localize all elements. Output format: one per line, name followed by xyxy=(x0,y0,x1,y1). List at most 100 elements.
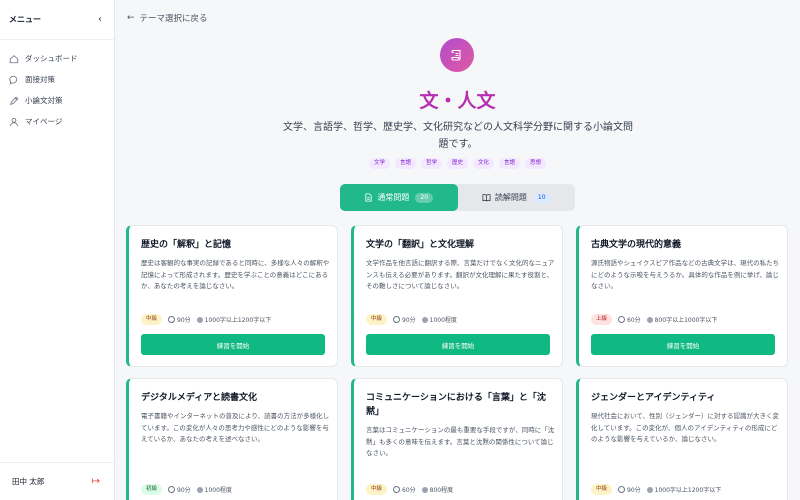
level-badge: 中級 xyxy=(366,314,388,325)
time-limit: 90分 xyxy=(627,487,641,494)
clock-icon xyxy=(393,486,401,493)
word-count: 1000字以上1200字以下 xyxy=(204,317,272,324)
card-description: 電子書籍やインターネットの普及により、読書の方法が多様化しています。この変化が人… xyxy=(141,412,330,443)
tab-label: 通常問題 xyxy=(377,193,410,202)
length-icon xyxy=(196,486,203,493)
card-meta: 中級 90分 1000程度 xyxy=(366,314,463,325)
card-description: 言葉はコミュニケーションの最も重要な手段ですが、同時に「沈黙」も多くの意味を伝え… xyxy=(366,426,555,457)
pen-icon xyxy=(10,96,19,105)
level-badge: 初級 xyxy=(141,484,163,495)
scroll-icon xyxy=(440,38,474,72)
logout-icon[interactable]: ↦ xyxy=(92,476,100,487)
tab-reading[interactable]: 読解問題 10 xyxy=(458,184,576,211)
sidebar-footer: 田中 太郎 ↦ xyxy=(0,462,114,500)
clock-icon xyxy=(168,316,176,323)
tag: 言語 xyxy=(499,158,521,169)
home-icon xyxy=(9,54,19,63)
back-label: テーマ選択に戻る xyxy=(139,14,208,24)
clock-icon xyxy=(618,486,626,493)
sidebar-item-label: 小論文対策 xyxy=(25,96,63,105)
sidebar-item-interview[interactable]: 面接対策 xyxy=(0,69,114,90)
user-name: 田中 太郎 xyxy=(12,477,45,486)
back-link[interactable]: ← テーマ選択に戻る xyxy=(127,12,208,24)
sidebar-item-label: マイページ xyxy=(25,117,63,126)
level-badge: 中級 xyxy=(141,314,163,325)
start-practice-button[interactable]: 練習を開始 xyxy=(141,334,325,355)
sidebar-item-dashboard[interactable]: ダッシュボード xyxy=(0,48,114,69)
tag: 哲学 xyxy=(420,158,442,169)
clock-icon xyxy=(618,316,626,323)
page-title: 文・人文 xyxy=(419,90,496,112)
tag-list: 文学 言語 哲学 歴史 文化 言語 思想 xyxy=(115,158,800,169)
card-title: コミュニケーションにおける「言葉」と「沈黙」 xyxy=(366,393,546,417)
card-description: 歴史は客観的な事実の記録であると同時に、多様な人々の解釈や記憶によって形成されま… xyxy=(141,259,330,290)
problem-card: ジェンダーとアイデンティティ 現代社会において、性別（ジェンダー）に対する認識が… xyxy=(576,378,788,500)
problem-tabs: 通常問題 20 読解問題 10 xyxy=(340,184,575,211)
level-badge: 上級 xyxy=(591,314,613,325)
card-description: 現代社会において、性別（ジェンダー）に対する認識が大きく変化しています。この変化… xyxy=(591,412,779,443)
chat-icon xyxy=(9,75,18,85)
sidebar-item-mypage[interactable]: マイページ xyxy=(0,111,114,132)
sidebar-header: メニュー ‹ xyxy=(0,0,114,40)
tab-normal[interactable]: 通常問題 20 xyxy=(340,184,458,211)
length-icon xyxy=(646,486,653,493)
length-icon xyxy=(646,316,653,323)
card-meta: 中級 90分 1000字以上1200字以下 xyxy=(591,484,727,495)
card-description: 文学作品を他言語に翻訳する際、言葉だけでなく文化的なニュアンスも伝える必要があり… xyxy=(366,259,555,290)
arrow-left-icon: ← xyxy=(127,13,135,23)
card-title: デジタルメディアと読書文化 xyxy=(141,393,258,403)
card-meta: 上級 60分 800字以上1000字以下 xyxy=(591,314,723,325)
problem-card: コミュニケーションにおける「言葉」と「沈黙」 言葉はコミュニケーションの最も重要… xyxy=(351,378,563,500)
time-limit: 90分 xyxy=(177,317,191,324)
level-badge: 中級 xyxy=(591,484,613,495)
time-limit: 90分 xyxy=(177,487,191,494)
sidebar-nav: ダッシュボード 面接対策 小論文対策 マイページ xyxy=(0,40,114,132)
card-title: 文学の「翻訳」と文化理解 xyxy=(366,240,475,250)
chevron-left-icon[interactable]: ‹ xyxy=(98,14,102,25)
tag: 歴史 xyxy=(446,158,468,169)
main-content: ← テーマ選択に戻る 文・人文 文学、言語学、哲学、歴史学、文化研究などの人文科… xyxy=(115,0,800,500)
tag: 文学 xyxy=(368,158,390,169)
tab-count-badge: 10 xyxy=(532,192,551,203)
tag: 文化 xyxy=(473,158,495,169)
card-title: 古典文学の現代的意義 xyxy=(591,240,682,250)
problem-card: 文学の「翻訳」と文化理解 文学作品を他言語に翻訳する際、言葉だけでなく文化的なニ… xyxy=(351,225,563,367)
problem-card: 歴史の「解釈」と記憶 歴史は客観的な事実の記録であると同時に、多様な人々の解釈や… xyxy=(126,225,338,367)
card-meta: 中級 60分 800程度 xyxy=(366,484,459,495)
page-description: 文学、言語学、哲学、歴史学、文化研究などの人文科学分野に関する小論文問題です。 xyxy=(283,122,633,150)
word-count: 800程度 xyxy=(429,487,454,494)
time-limit: 60分 xyxy=(627,317,641,324)
tag: 言語 xyxy=(394,158,416,169)
card-meta: 中級 90分 1000字以上1200字以下 xyxy=(141,314,277,325)
sidebar-item-label: 面接対策 xyxy=(25,75,55,84)
problem-card: 古典文学の現代的意義 源氏物語やシェイクスピア作品などの古典文学は、現代の私たち… xyxy=(576,225,788,367)
card-description: 源氏物語やシェイクスピア作品などの古典文学は、現代の私たちにどのような示唆を与え… xyxy=(591,259,780,290)
tab-count-badge: 20 xyxy=(415,192,434,203)
tab-label: 読解問題 xyxy=(494,193,527,202)
time-limit: 90分 xyxy=(402,317,416,324)
problem-card: デジタルメディアと読書文化 電子書籍やインターネットの普及により、読書の方法が多… xyxy=(126,378,338,500)
sidebar: メニュー ‹ ダッシュボード 面接対策 小論文対策 マイページ 田中 太郎 ↦ xyxy=(0,0,115,500)
time-limit: 60分 xyxy=(402,487,416,494)
clock-icon xyxy=(393,316,401,323)
word-count: 1000程度 xyxy=(204,487,232,494)
book-icon xyxy=(482,194,491,202)
card-meta: 初級 90分 1000程度 xyxy=(141,484,238,495)
length-icon xyxy=(421,316,428,323)
word-count: 800字以上1000字以下 xyxy=(654,317,718,324)
user-icon xyxy=(10,117,18,126)
tag: 思想 xyxy=(525,158,547,169)
word-count: 1000字以上1200字以下 xyxy=(654,487,722,494)
word-count: 1000程度 xyxy=(429,317,457,324)
start-practice-button[interactable]: 練習を開始 xyxy=(591,334,775,355)
start-practice-button[interactable]: 練習を開始 xyxy=(366,334,550,355)
length-icon xyxy=(421,486,428,493)
sidebar-item-essay[interactable]: 小論文対策 xyxy=(0,90,114,111)
card-title: 歴史の「解釈」と記憶 xyxy=(141,240,232,250)
document-icon xyxy=(365,193,373,202)
sidebar-item-label: ダッシュボード xyxy=(25,54,78,63)
level-badge: 中級 xyxy=(366,484,388,495)
length-icon xyxy=(196,316,203,323)
card-title: ジェンダーとアイデンティティ xyxy=(591,393,716,403)
sidebar-title: メニュー xyxy=(9,15,41,24)
